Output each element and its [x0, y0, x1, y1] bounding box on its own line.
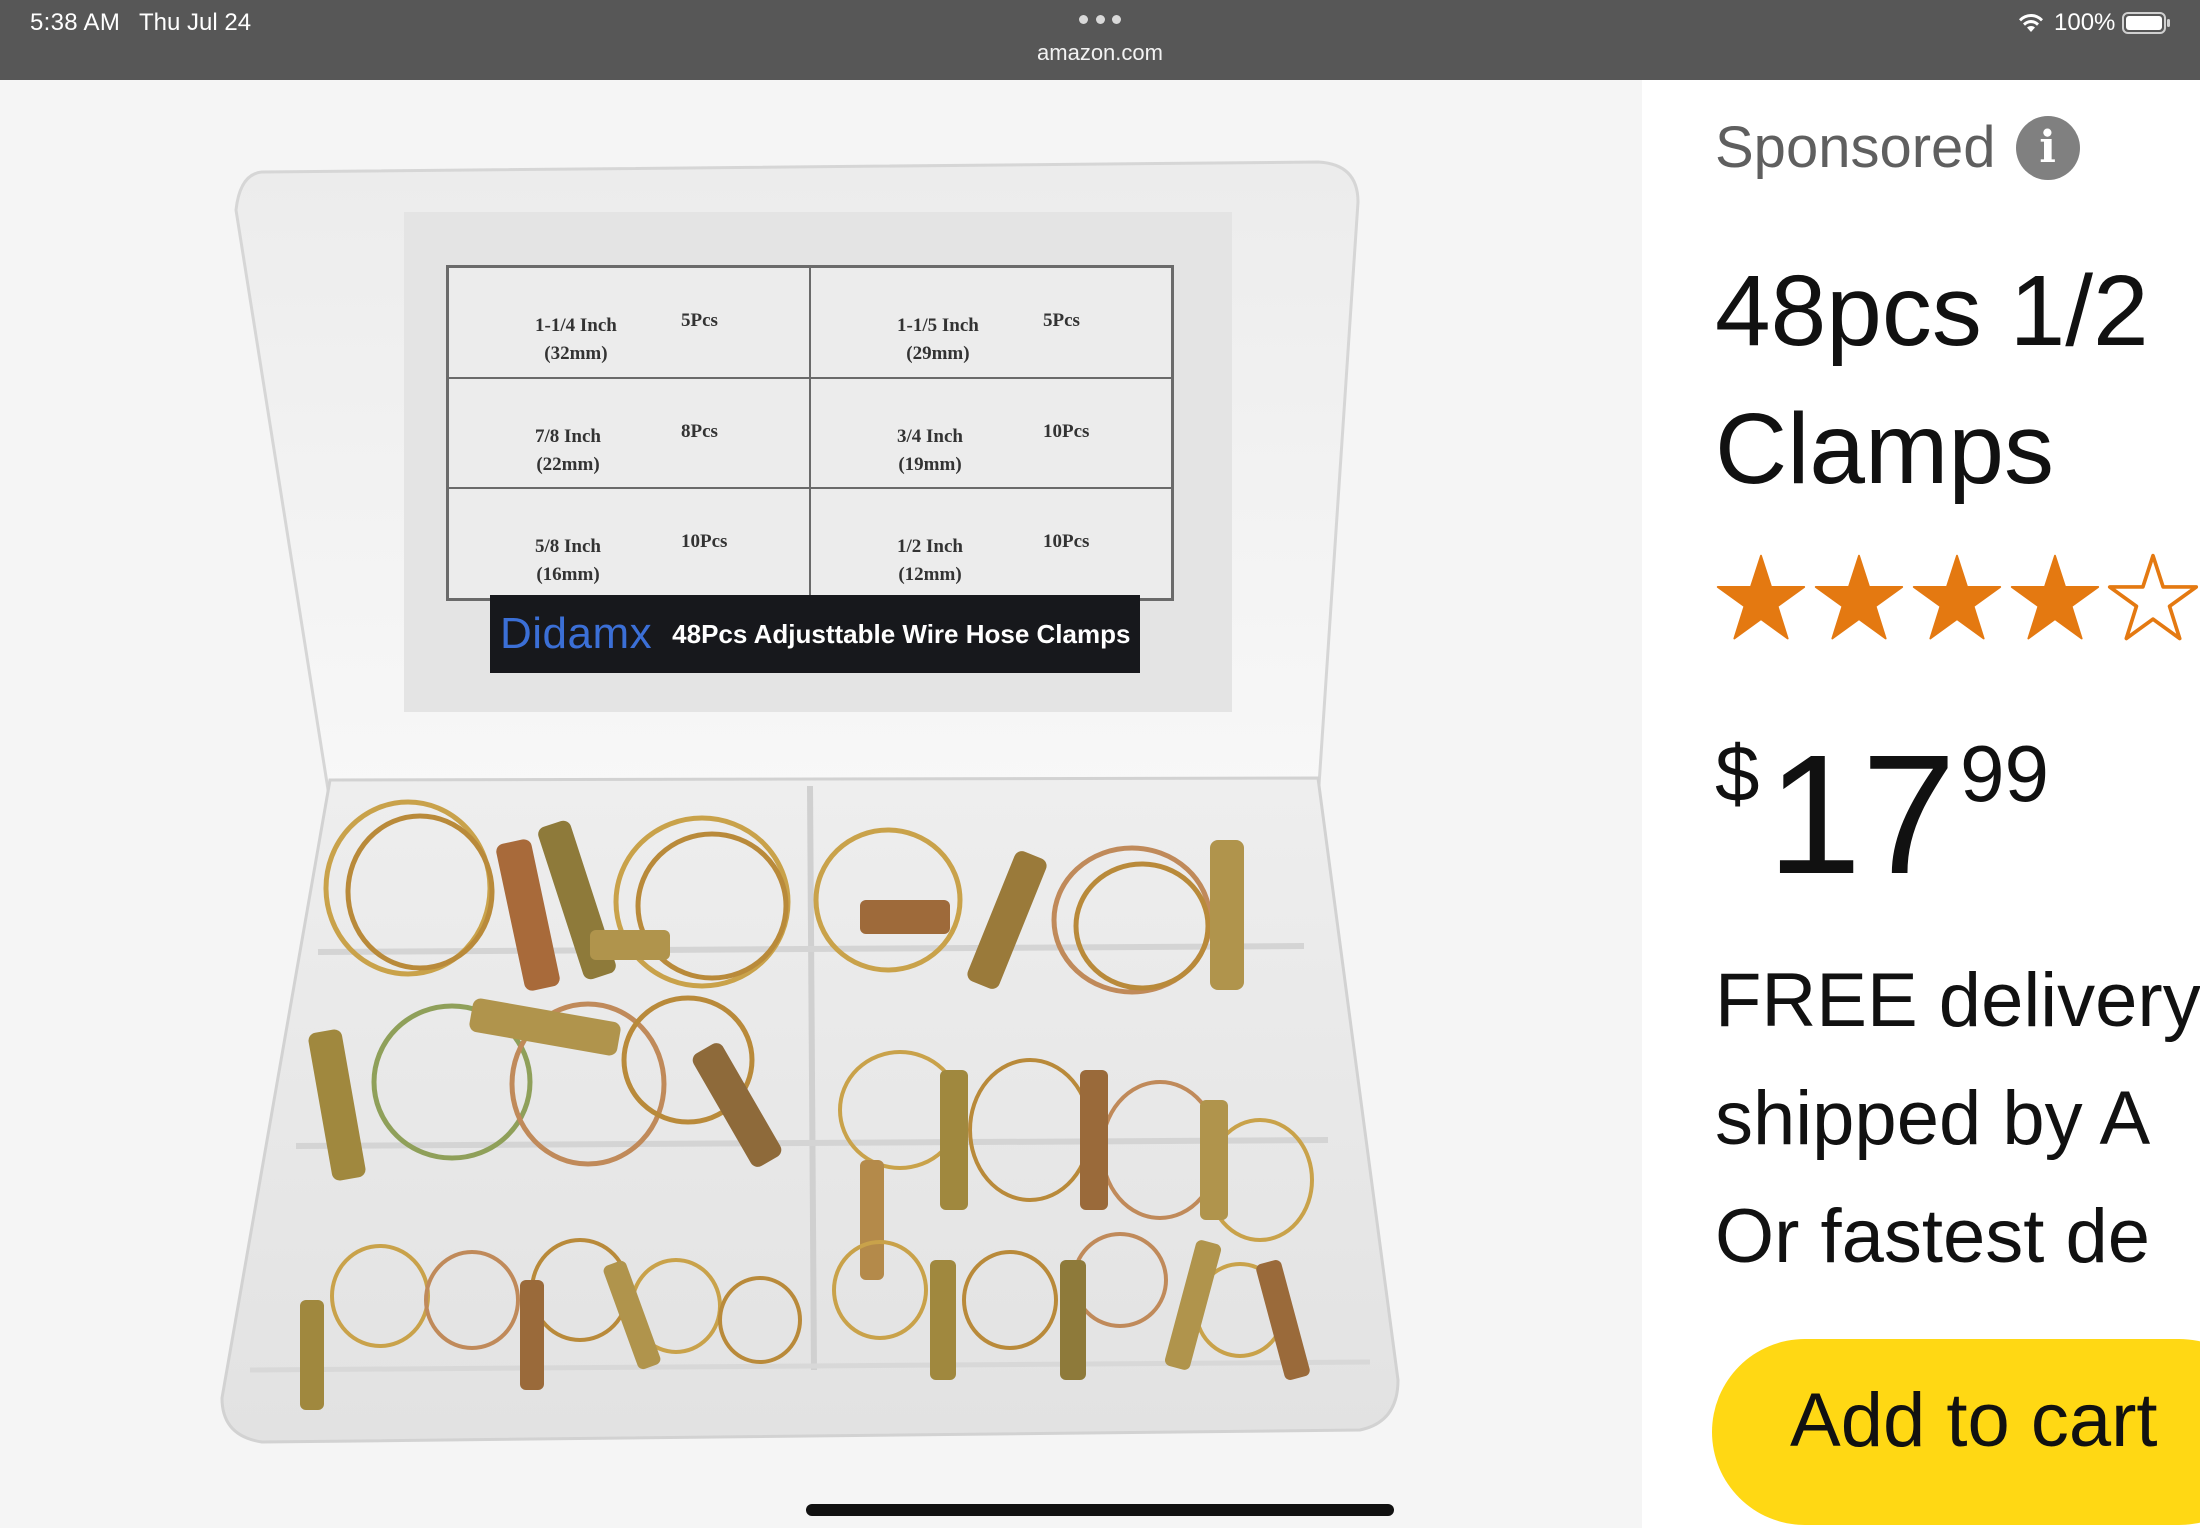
- size-chart: 1-1/4 Inch (32mm) 5Pcs 1-1/5 Inch (29mm) 5…: [446, 265, 1174, 601]
- price-whole: 17: [1767, 720, 1957, 910]
- star-filled-icon: [1716, 554, 1806, 640]
- size-cell: 1-1/4 Inch (32mm) 5Pcs: [448, 267, 810, 378]
- delivery-info: FREE delivery shipped by A Or fastest de: [1715, 958, 2200, 1279]
- product-image[interactable]: 1-1/4 Inch (32mm) 5Pcs 1-1/5 Inch (29mm) 5…: [0, 80, 1642, 1528]
- sponsored-label-row: Sponsored i: [1715, 114, 2080, 181]
- brand-tagline: 48Pcs Adjusttable Wire Hose Clamps: [672, 618, 1131, 649]
- star-rating[interactable]: [1715, 552, 2199, 644]
- size-cell: 1/2 Inch (12mm) 10Pcs: [810, 488, 1172, 599]
- home-indicator[interactable]: [806, 1504, 1394, 1516]
- status-date: Thu Jul 24: [139, 9, 252, 36]
- sponsored-label: Sponsored: [1715, 115, 1996, 180]
- battery-icon: [2122, 12, 2170, 34]
- add-to-cart-button[interactable]: Add to cart: [1712, 1339, 2200, 1525]
- brand-banner: Didamx 48Pcs Adjusttable Wire Hose Clamp…: [490, 595, 1140, 673]
- more-dots-icon[interactable]: [1079, 15, 1121, 25]
- status-time: 5:38 AM: [30, 9, 121, 36]
- size-cell: 5/8 Inch (16mm) 10Pcs: [448, 488, 810, 599]
- brand-name: Didamx: [500, 609, 653, 658]
- url-label[interactable]: amazon.com: [0, 40, 2200, 66]
- star-filled-icon: [1912, 554, 2002, 640]
- size-cell: 7/8 Inch (22mm) 8Pcs: [448, 377, 810, 489]
- star-filled-icon: [2010, 554, 2100, 640]
- size-cell: 3/4 Inch (19mm) 10Pcs: [810, 377, 1172, 489]
- price-currency: $: [1715, 729, 1760, 818]
- battery-percent: 100%: [2054, 9, 2116, 36]
- status-bar: 5:38 AM Thu Jul 24 amazon.com 100%: [0, 0, 2200, 80]
- wifi-icon: [2019, 14, 2043, 32]
- product-info-panel: Sponsored i 48pcs 1/2 Clamps $ 17 99 FRE…: [1642, 80, 2200, 1528]
- star-empty-icon: [2107, 553, 2199, 641]
- size-cell: 1-1/5 Inch (29mm) 5Pcs: [810, 267, 1172, 378]
- product-title[interactable]: 48pcs 1/2 Clamps: [1715, 242, 2200, 518]
- info-icon[interactable]: i: [2015, 115, 2080, 180]
- star-filled-icon: [1814, 554, 1904, 640]
- price-cents: 99: [1960, 729, 2049, 818]
